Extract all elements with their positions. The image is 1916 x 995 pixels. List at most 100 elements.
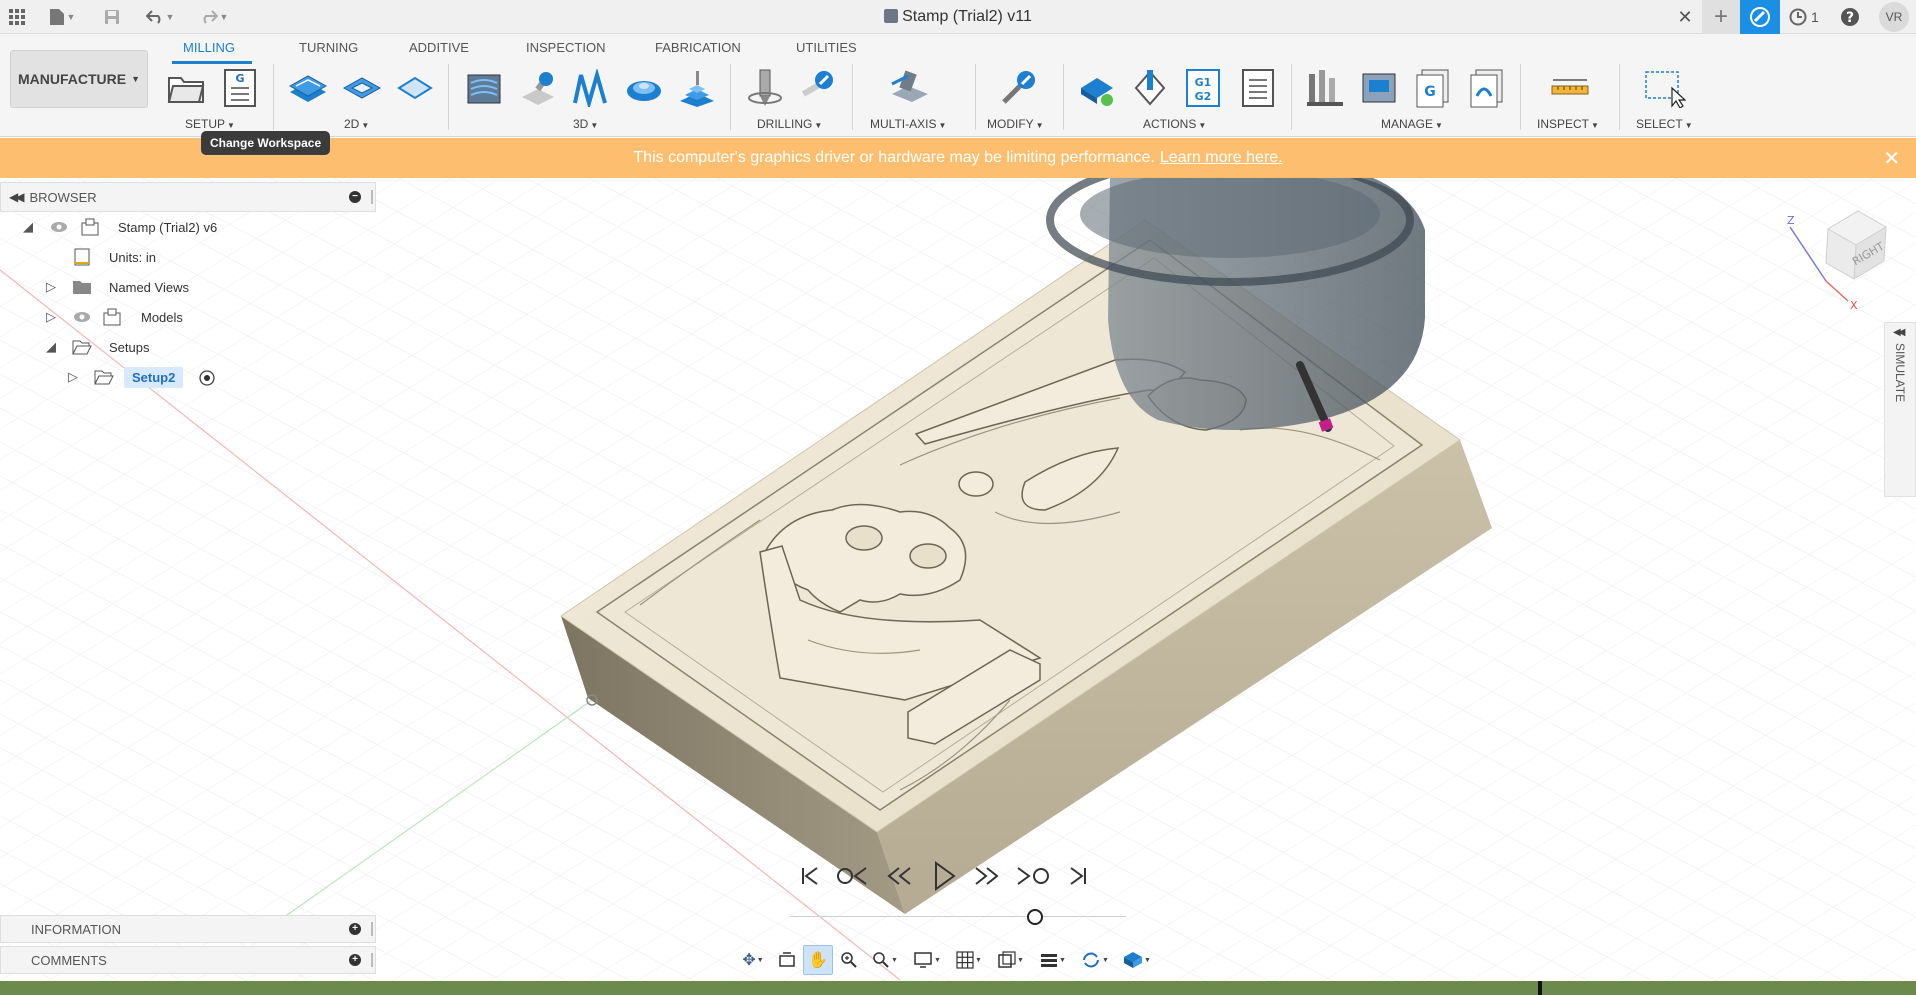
visibility-eye-icon[interactable] [50,221,68,233]
viewports-icon[interactable]: ▼ [991,945,1031,975]
collapse-left-icon[interactable]: ◀◀ [1893,327,1906,338]
zoom-window-icon[interactable] [835,945,863,975]
group-2d[interactable]: 2D ▼ [344,117,369,131]
next-operation-icon[interactable] [1012,856,1052,896]
tab-fabrication[interactable]: FABRICATION [655,40,741,55]
collapse-left-icon[interactable]: ◀◀ [9,190,25,204]
group-drilling[interactable]: DRILLING ▼ [757,117,822,131]
user-avatar[interactable]: VR [1872,0,1916,34]
previous-operation-icon[interactable] [834,856,874,896]
multi-axis-icon[interactable] [888,66,932,110]
pan-icon[interactable]: ✋ [803,945,833,975]
environment-icon[interactable]: ▼ [1117,945,1157,975]
collapsed-triangle-icon[interactable]: ▷ [44,279,58,294]
group-actions[interactable]: ACTIONS ▼ [1143,117,1206,131]
step-back-icon[interactable] [880,856,920,896]
zoom-icon[interactable]: ▼ [865,945,905,975]
group-manage[interactable]: MANAGE ▼ [1381,117,1443,131]
new-tab-icon[interactable]: + [1702,0,1740,34]
group-inspect[interactable]: INSPECT ▼ [1537,117,1599,131]
minus-circle-icon[interactable]: − [349,191,361,203]
close-tab-icon[interactable]: ✕ [1668,0,1702,34]
comments-panel[interactable]: COMMENTS + [0,946,376,974]
group-3d[interactable]: 3D ▼ [573,117,598,131]
panel-pin-icon[interactable] [371,922,373,936]
refresh-icon[interactable]: ▼ [1075,945,1115,975]
tab-turning[interactable]: TURNING [299,40,358,55]
extensions-icon[interactable] [1740,0,1780,34]
post-library-icon[interactable]: G [1411,66,1455,110]
drill-icon[interactable] [744,66,788,110]
tab-milling[interactable]: MILLING [183,40,235,55]
simulate-icon[interactable] [1075,66,1119,110]
plus-circle-icon[interactable]: + [349,923,361,935]
panel-pin-icon[interactable] [371,190,373,204]
contour-icon[interactable] [675,66,719,110]
2d-pocket-icon[interactable] [340,66,384,110]
setup-folder-icon[interactable] [164,66,208,110]
expanded-triangle-icon[interactable]: ◢ [21,219,35,234]
tree-item-document[interactable]: ◢ Stamp (Trial2) v6 [0,212,376,242]
group-multi-axis[interactable]: MULTI-AXIS ▼ [870,117,946,131]
tree-item-named-views[interactable]: ▷ Named Views [0,272,376,302]
step-forward-icon[interactable] [966,856,1006,896]
camera-icon[interactable]: ▼ [1033,945,1073,975]
tree-item-setup2[interactable]: ▷ Setup2 [0,362,376,392]
help-icon[interactable]: ? [1828,0,1872,34]
plus-circle-icon[interactable]: + [349,954,361,966]
go-to-end-icon[interactable] [1058,856,1098,896]
template-library-icon[interactable] [1465,66,1509,110]
tree-item-setups[interactable]: ◢ Setups [0,332,376,362]
close-icon[interactable]: ✕ [1883,146,1900,171]
tab-inspection[interactable]: INSPECTION [526,40,605,55]
go-to-start-icon[interactable] [790,856,830,896]
tab-utilities[interactable]: UTILITIES [796,40,857,55]
activate-radio-icon[interactable] [199,370,215,386]
tree-item-models[interactable]: ▷ Models [0,302,376,332]
grid-icon[interactable] [6,0,28,34]
information-panel[interactable]: INFORMATION + [0,915,376,943]
panel-pin-icon[interactable] [371,953,373,967]
pocket-clearing-icon[interactable] [516,66,560,110]
gcode-icon[interactable]: G1 G2 [1181,66,1225,110]
collapsed-triangle-icon[interactable]: ▷ [44,309,58,324]
group-modify[interactable]: MODIFY ▼ [987,117,1044,131]
grid-settings-icon[interactable]: ▼ [949,945,989,975]
face-icon[interactable] [393,66,437,110]
probe-icon[interactable] [796,66,840,110]
steep-shallow-icon[interactable] [569,66,613,110]
learn-more-link[interactable]: Learn more here. [1160,149,1283,167]
scallop-icon[interactable] [622,66,666,110]
tab-additive[interactable]: ADDITIVE [409,40,469,55]
group-select[interactable]: SELECT ▼ [1636,117,1693,131]
view-cube[interactable]: RIGHT Z X [1780,205,1900,315]
adaptive-clearing-icon[interactable] [462,66,506,110]
browser-header[interactable]: ◀◀ BROWSER − [0,182,376,212]
workspace-switcher-button[interactable]: MANUFACTURE ▼ [10,50,148,108]
nc-program-icon[interactable]: G [218,66,262,110]
2d-adaptive-icon[interactable] [286,66,330,110]
tool-library-icon[interactable] [1303,66,1347,110]
display-mode-icon[interactable]: ▼ [907,945,947,975]
simulate-side-panel[interactable]: ◀◀ SIMULATE [1884,322,1916,497]
setup-sheet-icon[interactable] [1236,66,1280,110]
play-icon[interactable] [924,856,964,896]
tree-item-units[interactable]: Units: in [0,242,376,272]
visibility-eye-icon[interactable] [73,311,91,323]
measure-icon[interactable] [1548,66,1592,110]
collapsed-triangle-icon[interactable]: ▷ [66,369,80,384]
redo-icon[interactable]: ▼ [194,0,234,34]
undo-icon[interactable]: ▼ [140,0,180,34]
timeline-slider-track[interactable] [790,916,1126,917]
post-process-icon[interactable] [1128,66,1172,110]
orbit-icon[interactable]: ✥ ▼ [735,945,771,975]
jobs-clock-icon[interactable]: 1 [1780,0,1828,34]
save-icon[interactable] [98,0,126,34]
machine-library-icon[interactable] [1357,66,1401,110]
select-box-icon[interactable] [1642,66,1686,110]
file-icon[interactable]: ▼ [44,0,80,34]
modify-tool-icon[interactable] [996,66,1040,110]
group-setup[interactable]: SETUP ▼ [185,117,235,131]
look-at-icon[interactable] [773,945,801,975]
expanded-triangle-icon[interactable]: ◢ [44,339,58,354]
